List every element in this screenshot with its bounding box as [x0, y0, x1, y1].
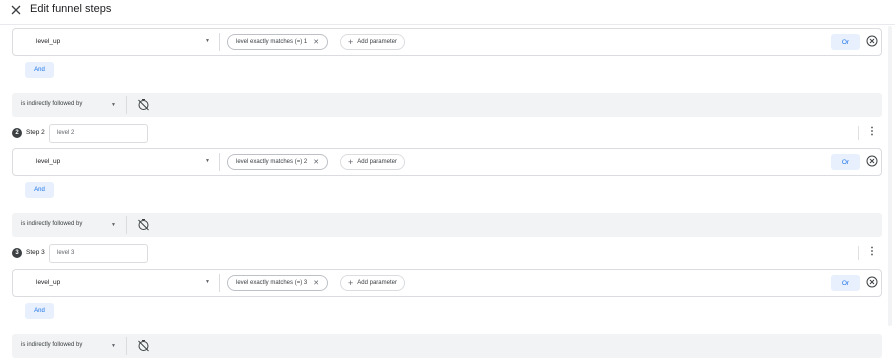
parameter-chip-label: level exactly matches (=) 3 [236, 280, 308, 286]
condition-card: level_up ▼ level exactly matches (=) 2 ✕… [12, 148, 882, 176]
step-number-badge: 3 [12, 248, 22, 258]
add-parameter-label: Add parameter [357, 39, 397, 45]
sequence-select[interactable]: is indirectly followed by [21, 221, 82, 227]
sequence-bar: is indirectly followed by ▼ [12, 334, 882, 358]
divider [219, 274, 220, 292]
add-parameter-button[interactable]: + Add parameter [340, 34, 405, 50]
plus-icon: + [348, 278, 354, 288]
step-label: Step 2 [26, 129, 45, 136]
and-button[interactable]: And [25, 62, 54, 78]
condition-card: level_up ▼ level exactly matches (=) 3 ✕… [12, 269, 882, 297]
dropdown-arrow-icon[interactable]: ▼ [111, 222, 116, 228]
plus-icon: + [348, 37, 354, 47]
or-button[interactable]: Or [831, 275, 860, 291]
add-parameter-label: Add parameter [357, 159, 397, 165]
sequence-bar: is indirectly followed by ▼ [12, 213, 882, 237]
parameter-chip[interactable]: level exactly matches (=) 3 ✕ [227, 275, 329, 291]
and-button[interactable]: And [25, 303, 54, 319]
divider [219, 153, 220, 171]
remove-circle-icon[interactable] [866, 155, 878, 167]
chip-close-icon[interactable]: ✕ [313, 279, 319, 287]
add-parameter-label: Add parameter [357, 280, 397, 286]
step-header: 2 Step 2 level 2 ⋮ [12, 124, 882, 144]
dialog-header: Edit funnel steps [0, 0, 895, 25]
remove-circle-icon[interactable] [866, 35, 878, 47]
dropdown-arrow-icon[interactable]: ▼ [111, 343, 116, 349]
event-select[interactable]: level_up [36, 38, 60, 45]
divider [858, 246, 859, 260]
divider [858, 126, 859, 140]
remove-circle-icon[interactable] [866, 276, 878, 288]
dropdown-arrow-icon[interactable]: ▼ [111, 102, 116, 108]
timer-off-icon[interactable] [137, 98, 150, 111]
event-select[interactable]: level_up [36, 158, 60, 165]
chip-close-icon[interactable]: ✕ [313, 38, 319, 46]
divider [219, 33, 220, 51]
step-name-input[interactable]: level 2 [49, 124, 148, 143]
add-parameter-button[interactable]: + Add parameter [340, 275, 405, 291]
divider [126, 96, 127, 114]
dropdown-arrow-icon[interactable]: ▼ [205, 158, 210, 164]
more-vert-icon[interactable]: ⋮ [867, 127, 877, 137]
add-parameter-button[interactable]: + Add parameter [340, 154, 405, 170]
dropdown-arrow-icon[interactable]: ▼ [205, 279, 210, 285]
dialog-title: Edit funnel steps [30, 3, 112, 15]
dropdown-arrow-icon[interactable]: ▼ [205, 38, 210, 44]
scrollbar-thumb[interactable] [888, 26, 892, 326]
step-label: Step 3 [26, 249, 45, 256]
timer-off-icon[interactable] [137, 218, 150, 231]
chip-close-icon[interactable]: ✕ [313, 158, 319, 166]
step-name-input[interactable]: level 3 [49, 244, 148, 263]
timer-off-icon[interactable] [137, 339, 150, 352]
plus-icon: + [348, 157, 354, 167]
close-icon[interactable] [9, 3, 23, 17]
divider [126, 216, 127, 234]
sequence-select[interactable]: is indirectly followed by [21, 342, 82, 348]
step-header: 3 Step 3 level 3 ⋮ [12, 244, 882, 264]
more-vert-icon[interactable]: ⋮ [867, 247, 877, 257]
and-button[interactable]: And [25, 182, 54, 198]
parameter-chip-label: level exactly matches (=) 2 [236, 159, 308, 165]
parameter-chip[interactable]: level exactly matches (=) 2 ✕ [227, 154, 329, 170]
parameter-chip[interactable]: level exactly matches (=) 1 ✕ [227, 34, 329, 50]
step-number-badge: 2 [12, 128, 22, 138]
divider [126, 337, 127, 355]
or-button[interactable]: Or [831, 154, 860, 170]
or-button[interactable]: Or [831, 34, 860, 50]
parameter-chip-label: level exactly matches (=) 1 [236, 39, 308, 45]
event-select[interactable]: level_up [36, 279, 60, 286]
condition-card: level_up ▼ level exactly matches (=) 1 ✕… [12, 28, 882, 56]
sequence-bar: is indirectly followed by ▼ [12, 93, 882, 117]
sequence-select[interactable]: is indirectly followed by [21, 101, 82, 107]
